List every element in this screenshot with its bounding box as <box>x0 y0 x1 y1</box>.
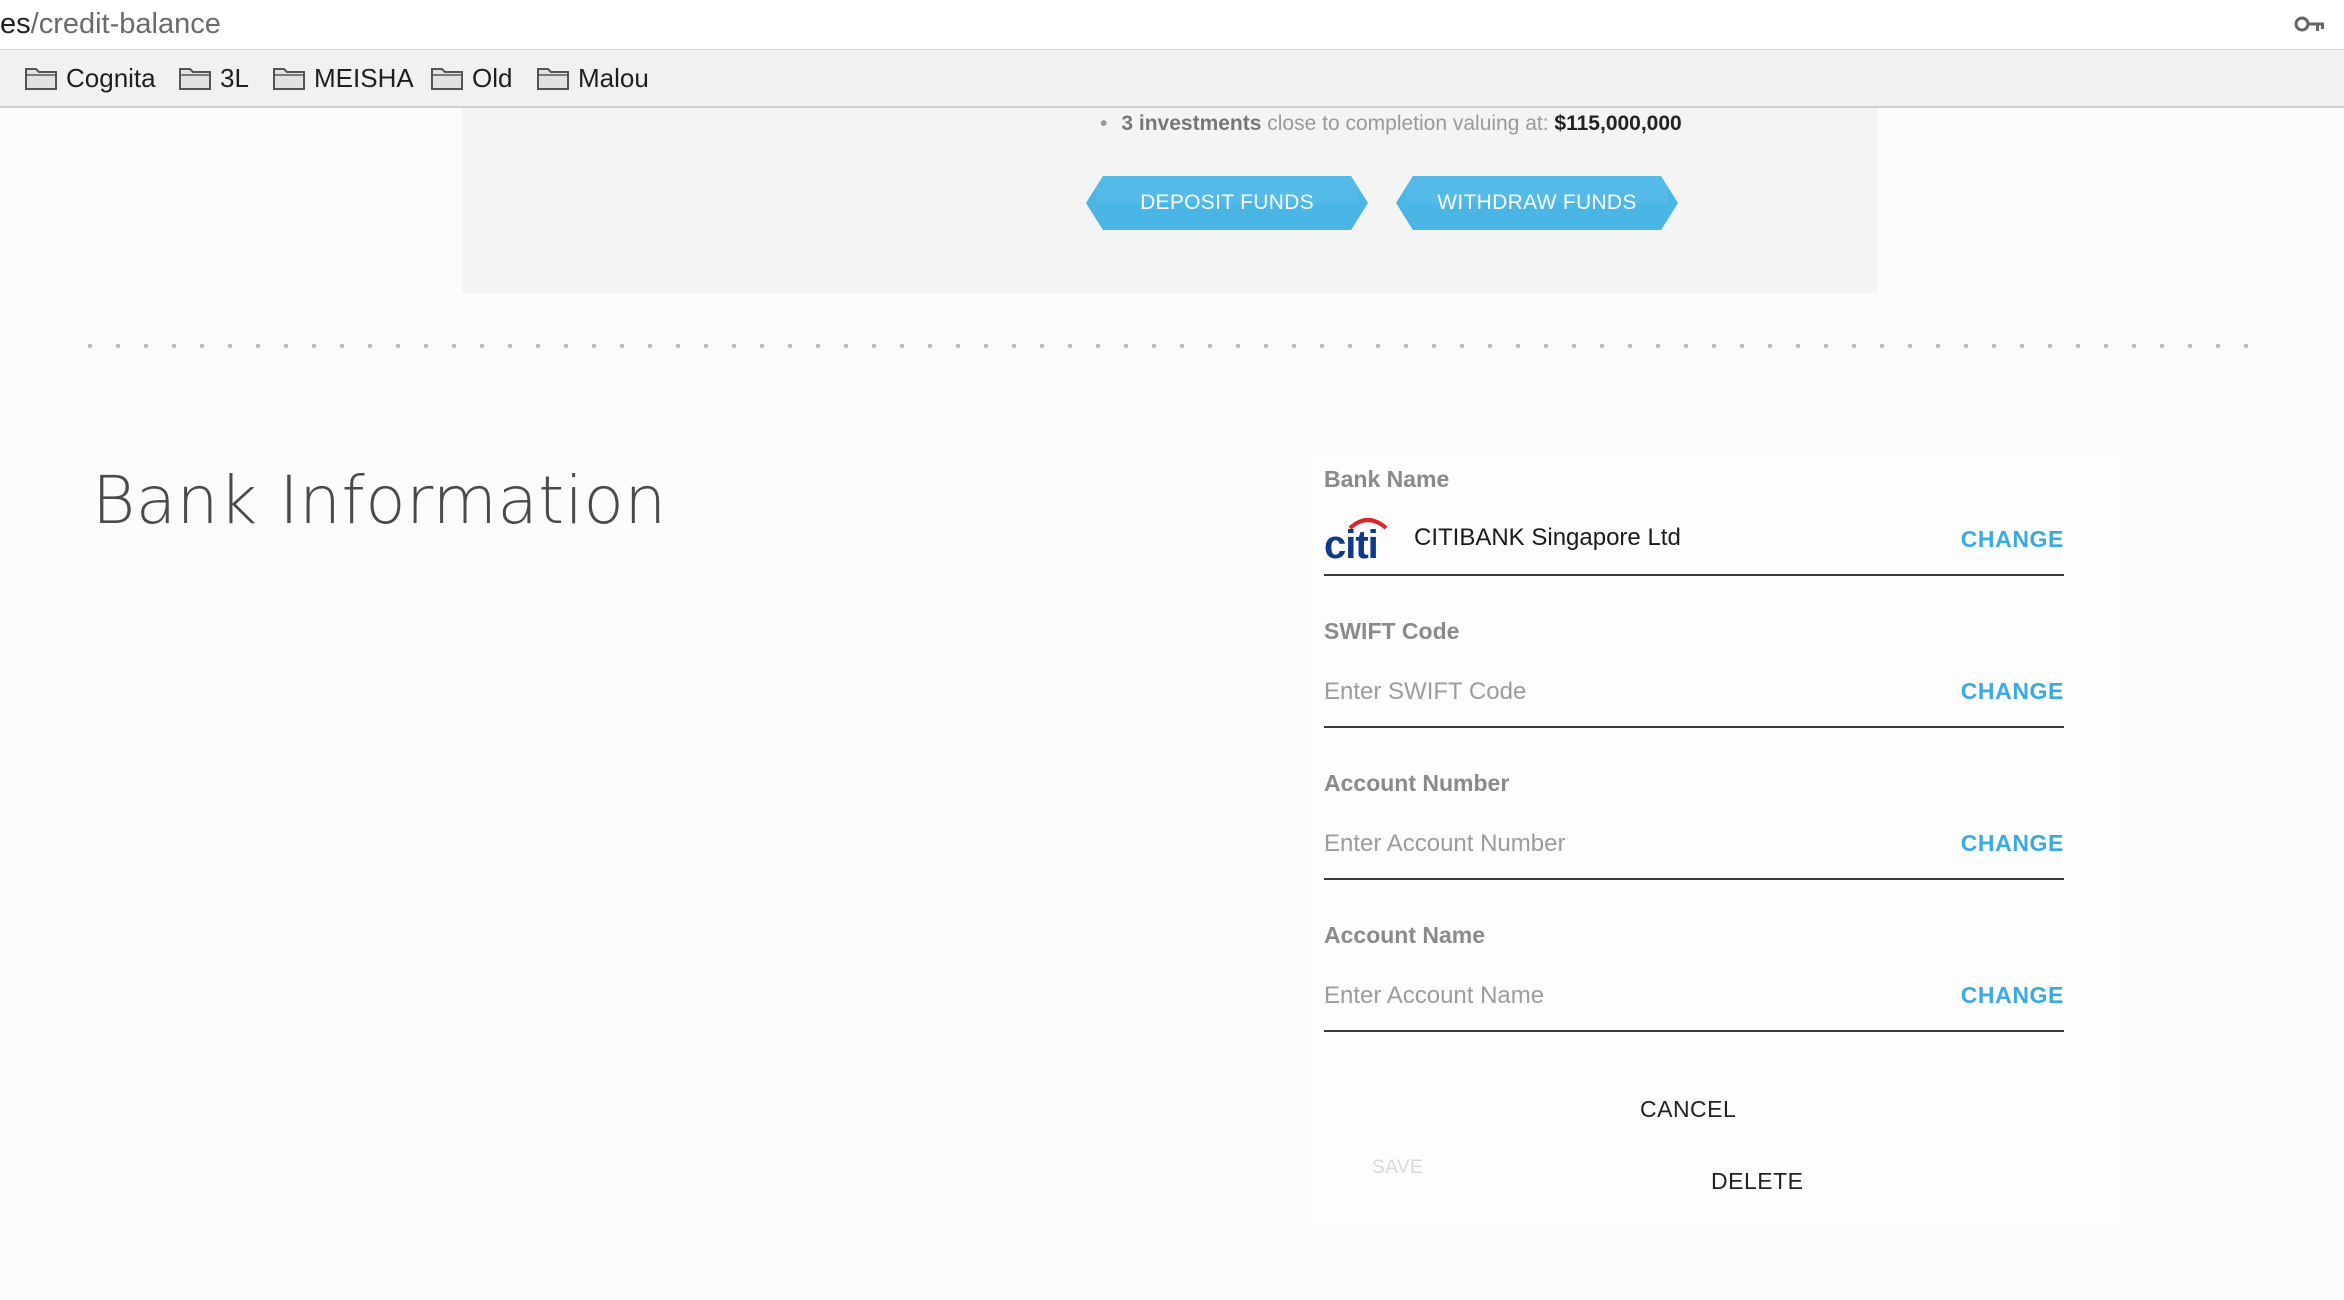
account-name-row: CHANGE <box>1324 970 2064 1032</box>
url-text[interactable]: es/credit-balance <box>0 8 221 41</box>
bookmark-old[interactable]: Old <box>430 60 512 96</box>
change-account-name-link[interactable]: CHANGE <box>1961 982 2064 1009</box>
browser-url-bar[interactable]: es/credit-balance <box>0 0 2344 50</box>
investments-text: close to completion valuing at: <box>1261 112 1555 135</box>
account-number-field: Account Number CHANGE <box>1324 770 2064 882</box>
folder-icon <box>273 68 305 90</box>
section-title: Bank Information <box>92 462 667 539</box>
bookmark-cognita[interactable]: Cognita <box>24 60 156 96</box>
url-host: es <box>0 8 31 40</box>
bookmark-3l[interactable]: 3L <box>178 60 249 96</box>
delete-button[interactable]: DELETE <box>1711 1168 1803 1195</box>
bookmark-label: Old <box>472 62 513 93</box>
change-swift-code-link[interactable]: CHANGE <box>1961 678 2064 705</box>
bullet-dot: • <box>1100 112 1108 135</box>
account-name-input[interactable] <box>1324 976 1924 1016</box>
bank-name-field: Bank Name citi CITIBANK Singapore Ltd CH… <box>1324 466 2064 578</box>
change-bank-name-link[interactable]: CHANGE <box>1961 526 2064 553</box>
account-number-label: Account Number <box>1324 770 1510 796</box>
swift-code-input[interactable] <box>1324 672 1924 712</box>
citi-logo: citi <box>1324 518 1388 562</box>
investments-amount: $115,000,000 <box>1554 112 1682 135</box>
bookmark-label: 3L <box>220 62 249 93</box>
swift-code-field: SWIFT Code CHANGE <box>1324 618 2064 730</box>
cancel-button[interactable]: CANCEL <box>1640 1096 1736 1123</box>
account-number-input[interactable] <box>1324 824 1924 864</box>
withdraw-funds-button[interactable]: WITHDRAW FUNDS <box>1396 176 1678 230</box>
svg-text:citi: citi <box>1324 523 1378 562</box>
account-name-field: Account Name CHANGE <box>1324 922 2064 1034</box>
account-name-label: Account Name <box>1324 922 1486 948</box>
bookmark-malou[interactable]: Malou <box>536 60 649 96</box>
bookmark-label: MEISHA <box>314 62 414 93</box>
swift-code-row: CHANGE <box>1324 666 2064 728</box>
bookmarks-bar: Cognita 3L MEISHA Old Malou <box>0 50 2344 108</box>
investments-count: 3 investments <box>1121 112 1262 135</box>
folder-icon <box>431 68 463 90</box>
deposit-funds-button[interactable]: DEPOSIT FUNDS <box>1086 176 1368 230</box>
folder-icon <box>179 68 211 90</box>
key-icon[interactable] <box>2294 12 2326 36</box>
bookmark-meisha[interactable]: MEISHA <box>272 60 414 96</box>
withdraw-funds-label: WITHDRAW FUNDS <box>1437 191 1637 214</box>
bank-name-row: citi CITIBANK Singapore Ltd CHANGE <box>1324 514 2064 576</box>
save-button[interactable]: SAVE <box>1372 1157 1423 1179</box>
investments-summary: • 3 investments close to completion valui… <box>1100 112 1682 136</box>
dotted-divider <box>76 344 2270 348</box>
account-number-row: CHANGE <box>1324 818 2064 880</box>
bookmark-label: Malou <box>578 62 649 93</box>
deposit-funds-label: DEPOSIT FUNDS <box>1140 191 1314 214</box>
bank-name-value: CITIBANK Singapore Ltd <box>1414 524 1681 551</box>
folder-icon <box>25 68 57 90</box>
url-path: /credit-balance <box>30 8 221 40</box>
folder-icon <box>537 68 569 90</box>
bookmark-label: Cognita <box>66 62 156 93</box>
swift-code-label: SWIFT Code <box>1324 618 1460 644</box>
change-account-number-link[interactable]: CHANGE <box>1961 830 2064 857</box>
bank-name-label: Bank Name <box>1324 466 1450 492</box>
